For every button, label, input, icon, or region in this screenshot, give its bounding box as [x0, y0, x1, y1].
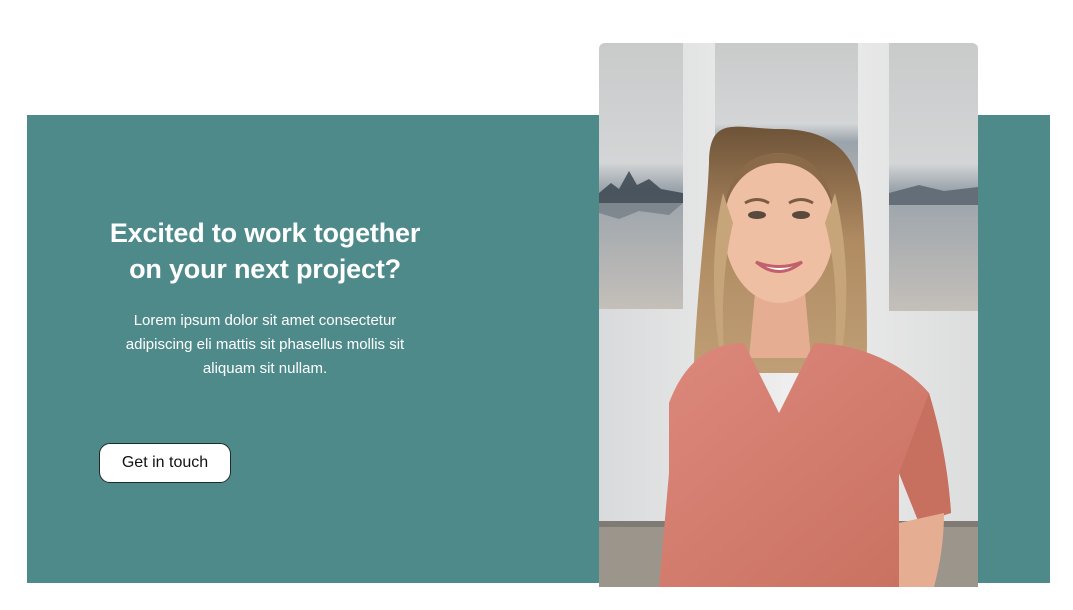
contact-section: Excited to work together on your next pr… [0, 0, 1073, 610]
get-in-touch-button[interactable]: Get in touch [99, 443, 231, 483]
portrait-photo [599, 43, 978, 587]
cta-heading: Excited to work together on your next pr… [109, 218, 421, 284]
cta-description: Lorem ipsum dolor sit amet consectetur a… [125, 312, 405, 377]
cta-copy: Excited to work together on your next pr… [100, 215, 430, 381]
